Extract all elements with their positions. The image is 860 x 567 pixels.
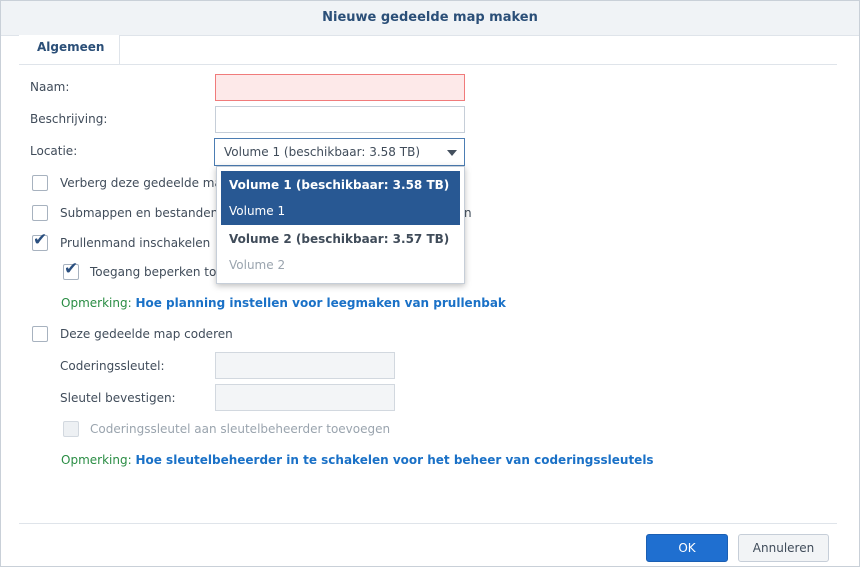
dropdown-option-volume-2[interactable]: Volume 2 (beschikbaar: 3.57 TB) [229,232,449,246]
ok-button[interactable]: OK [646,534,728,562]
checkmark-icon: ✔ [64,259,79,279]
add-to-key-manager-checkbox[interactable] [63,421,79,437]
cancel-button[interactable]: Annuleren [738,534,829,562]
key-manager-link[interactable]: Hoe sleutelbeheerder in te schakelen voo… [135,453,653,467]
name-label: Naam: [30,80,70,94]
confirm-key-input[interactable] [215,384,395,411]
tab-bar: Algemeen [19,35,837,65]
hide-subfolders-checkbox[interactable] [32,205,48,221]
hide-folder-label: Verberg deze gedeelde ma [60,176,222,190]
encryption-key-input[interactable] [215,352,395,379]
description-input[interactable] [215,106,465,133]
location-select[interactable]: Volume 1 (beschikbaar: 3.58 TB) [214,138,465,166]
restrict-access-checkbox[interactable]: ✔ [63,259,79,280]
chevron-down-icon [447,150,457,156]
dropdown-option-subtitle: Volume 1 [229,204,286,218]
location-label: Locatie: [30,144,78,158]
tab-general-label: Algemeen [37,40,105,54]
tab-general[interactable]: Algemeen [19,35,120,64]
encrypt-checkbox[interactable] [32,326,48,342]
recycle-bin-schedule-link[interactable]: Hoe planning instellen voor leegmaken va… [135,296,505,310]
dropdown-option-subtitle: Volume 2 [229,258,286,272]
key-manager-note: Opmerking: Hoe sleutelbeheerder in te sc… [61,453,654,467]
note-label: Opmerking: [61,453,132,467]
hide-subfolders-label: Submappen en bestanden [60,206,219,220]
hide-subfolders-label-suffix: n [464,206,472,220]
recycle-bin-label: Prullenmand inschakelen [60,236,211,250]
location-select-value: Volume 1 (beschikbaar: 3.58 TB) [224,145,420,159]
recycle-bin-checkbox[interactable]: ✔ [32,230,48,251]
checkmark-icon: ✔ [33,230,48,250]
recycle-bin-note: Opmerking: Hoe planning instellen voor l… [61,296,506,310]
location-dropdown-list: Volume 1 (beschikbaar: 3.58 TB) Volume 1… [216,166,465,284]
hide-folder-checkbox[interactable] [32,175,48,191]
description-label: Beschrijving: [30,112,108,126]
encryption-key-label: Coderingssleutel: [60,359,165,373]
encrypt-label: Deze gedeelde map coderen [60,327,233,341]
add-to-key-manager-label: Coderingssleutel aan sleutelbeheerder to… [90,422,391,436]
dialog-titlebar: Nieuwe gedeelde map maken [1,1,859,36]
dialog-window: Nieuwe gedeelde map maken Algemeen Naam:… [0,0,860,567]
note-label: Opmerking: [61,296,132,310]
restrict-access-label: Toegang beperken to [90,265,217,279]
dropdown-option-title: Volume 1 (beschikbaar: 3.58 TB) [229,178,450,192]
dialog-title: Nieuwe gedeelde map maken [322,10,538,25]
confirm-key-label: Sleutel bevestigen: [60,391,176,405]
name-input[interactable] [215,74,465,101]
footer-divider [19,523,837,524]
